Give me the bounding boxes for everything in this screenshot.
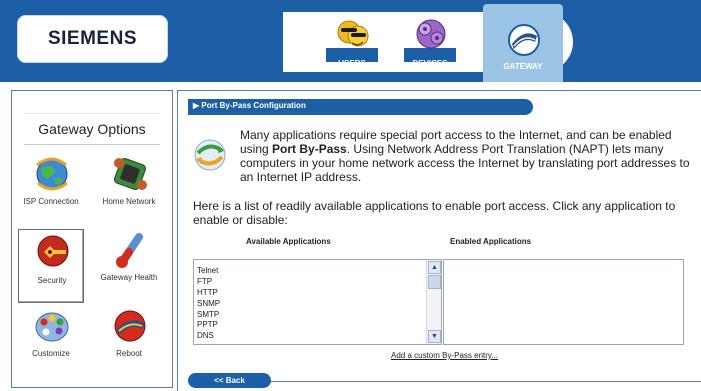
- available-applications-list[interactable]: Telnet FTP HTTP SNMP SMTP PPTP DNS ▲ ▼: [193, 259, 442, 345]
- option-isp-connection[interactable]: ISP Connection: [18, 153, 84, 227]
- scroll-up-icon[interactable]: ▲: [428, 261, 441, 274]
- list-instructions: Here is a list of readily available appl…: [193, 199, 676, 227]
- nav-gateway-label: GATEWAY: [503, 62, 543, 71]
- option-reboot[interactable]: Reboot: [96, 305, 162, 379]
- intro-text-bold: Port By-Pass: [272, 142, 347, 156]
- list-item[interactable]: SMTP: [197, 310, 220, 321]
- users-icon: [337, 20, 369, 47]
- back-button-label: << Back: [214, 376, 245, 385]
- sidebar-title: Gateway Options: [38, 121, 146, 137]
- logo-text: SIEMENS: [47, 28, 138, 49]
- list-item[interactable]: HTTP: [197, 288, 220, 299]
- option-label: ISP Connection: [23, 197, 79, 206]
- enabled-applications-header: Enabled Applications: [450, 237, 532, 246]
- option-home-network[interactable]: Home Network: [96, 153, 162, 227]
- list-item[interactable]: FTP: [197, 277, 220, 288]
- siemens-logo: SIEMENS: [17, 15, 168, 63]
- isp-connection-icon: [36, 157, 68, 191]
- scroll-down-icon[interactable]: ▼: [428, 330, 441, 343]
- scroll-thumb[interactable]: [428, 275, 441, 289]
- bottom-divider: [268, 381, 701, 382]
- available-items: Telnet FTP HTTP SNMP SMTP PPTP DNS: [197, 266, 220, 342]
- option-label: Security: [37, 276, 67, 285]
- customize-icon: [35, 312, 69, 342]
- list-item[interactable]: Telnet: [197, 266, 220, 277]
- gateway-config-page: SIEMENS USERS DEVICES GATEWAY Gateway Op…: [0, 0, 701, 391]
- back-button[interactable]: << Back: [188, 373, 271, 388]
- gateway-icon: [508, 24, 540, 56]
- intro-paragraph: Many applications require special port a…: [240, 128, 700, 184]
- home-network-icon: [113, 157, 147, 191]
- section-title-bar: ▶ Port By-Pass Configuration: [188, 99, 533, 115]
- section-title-text: Port By-Pass Configuration: [201, 101, 306, 110]
- sidebar-divider: [24, 113, 160, 114]
- option-label: Gateway Health: [100, 273, 158, 282]
- devices-icon: [416, 19, 446, 49]
- list-item[interactable]: PPTP: [197, 320, 220, 331]
- list-item[interactable]: SNMP: [197, 299, 220, 310]
- reboot-icon: [114, 310, 146, 342]
- nav-gateway[interactable]: GATEWAY: [493, 20, 553, 80]
- nav-users[interactable]: USERS: [322, 14, 382, 74]
- top-header: SIEMENS USERS DEVICES GATEWAY: [0, 0, 701, 82]
- security-icon: [37, 235, 69, 267]
- nav-devices[interactable]: DEVICES: [400, 14, 460, 74]
- sidebar-divider: [24, 144, 160, 145]
- main-content-panel: ▶ Port By-Pass Configuration Many applic…: [177, 90, 701, 391]
- gateway-health-icon: [116, 233, 143, 268]
- list-scrollbar[interactable]: ▲ ▼: [426, 260, 441, 344]
- option-gateway-health[interactable]: Gateway Health: [96, 229, 162, 303]
- nav-users-label: USERS: [338, 59, 366, 68]
- nav-devices-label: DEVICES: [412, 59, 448, 68]
- option-label: Reboot: [116, 349, 142, 358]
- section-title: ▶ Port By-Pass Configuration: [193, 101, 306, 110]
- option-label: Home Network: [102, 197, 156, 206]
- add-custom-bypass-link[interactable]: Add a custom By-Pass entry...: [391, 351, 498, 360]
- option-label: Customize: [32, 349, 70, 358]
- port-bypass-icon: [194, 139, 226, 171]
- list-item[interactable]: DNS: [197, 331, 220, 342]
- option-customize[interactable]: Customize: [18, 305, 84, 379]
- option-security[interactable]: Security: [18, 229, 84, 303]
- available-applications-header: Available Applications: [246, 237, 331, 246]
- gateway-options-sidebar: Gateway Options ISP Connection Home Netw…: [11, 90, 173, 388]
- enabled-applications-list[interactable]: [443, 259, 684, 345]
